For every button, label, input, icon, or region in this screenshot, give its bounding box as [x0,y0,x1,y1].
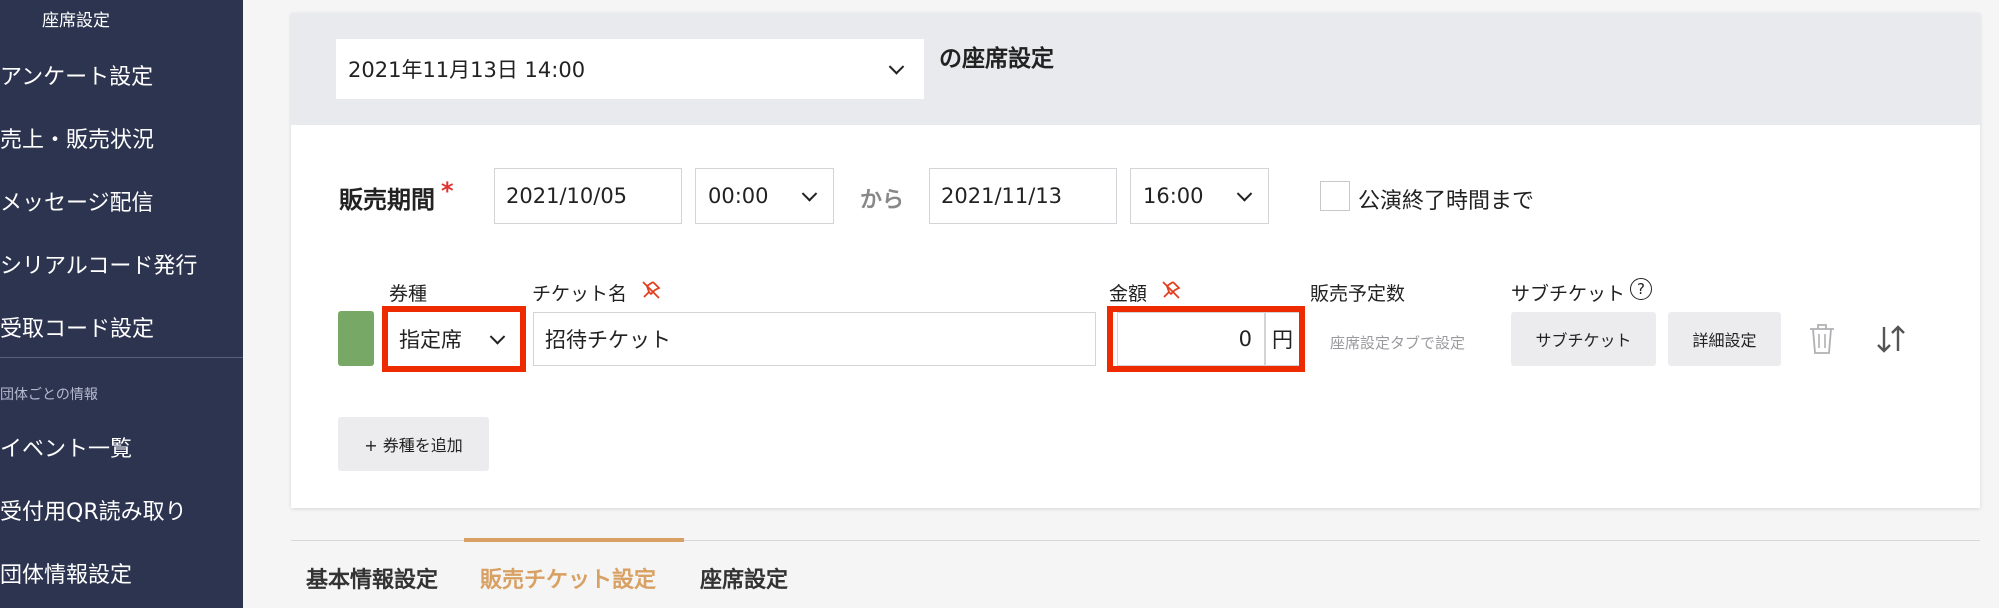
until-end-checkbox[interactable] [1320,181,1350,211]
sub-ticket-button[interactable]: サブチケット [1511,312,1656,366]
planned-count-hint: 座席設定タブで設定 [1330,334,1466,352]
sidebar-item-seat-settings[interactable]: 座席設定 [42,6,110,31]
ticket-name-value: 招待チケット [545,328,671,352]
column-price-label: 金額 [1109,283,1148,305]
add-ticket-type-button[interactable]: + 券種を追加 [338,417,489,471]
sidebar-item-qr-reader[interactable]: 受付用QR読み取り [0,494,187,526]
column-planned-label: 販売予定数 [1310,283,1406,305]
sidebar-section-title: 団体ごとの情報 [0,387,98,403]
sort-icon[interactable] [1874,323,1908,355]
start-date-value: 2021/10/05 [506,184,628,208]
sidebar-item-event-list[interactable]: イベント一覧 [0,431,132,463]
end-time-select[interactable]: 16:00 [1130,168,1269,224]
page-title: の座席設定 [939,46,1054,72]
sidebar-item-receipt-code[interactable]: 受取コード設定 [0,311,154,343]
tab-ticket-sales[interactable]: 販売チケット設定 [480,562,656,594]
start-time-value: 00:00 [708,184,769,208]
end-date-value: 2021/11/13 [941,184,1063,208]
start-date-input[interactable]: 2021/10/05 [494,168,682,224]
start-time-select[interactable]: 00:00 [695,168,834,224]
sale-period-label: 販売期間 [339,186,435,214]
detail-settings-button[interactable]: 詳細設定 [1668,312,1781,366]
until-end-label: 公演終了時間まで [1358,189,1535,214]
highlight-box-price [1107,306,1305,372]
active-tab-indicator [464,538,684,542]
sidebar-item-survey-settings[interactable]: アンケート設定 [0,59,153,91]
chevron-down-icon [888,59,905,75]
tab-basic-info[interactable]: 基本情報設定 [306,562,438,594]
highlight-box-ticket-type [382,306,526,372]
pin-slash-icon[interactable] [640,279,662,301]
tab-seat-settings[interactable]: 座席設定 [700,562,788,594]
ticket-color-swatch[interactable] [338,311,374,366]
chevron-down-icon [1236,186,1253,202]
trash-icon[interactable] [1807,322,1837,356]
sidebar-item-serial-code[interactable]: シリアルコード発行 [0,248,197,280]
ticket-name-input[interactable]: 招待チケット [533,312,1096,366]
pin-slash-icon[interactable] [1160,279,1182,301]
column-subticket-label: サブチケット [1511,283,1626,305]
performance-select[interactable]: 2021年11月13日 14:00 [336,39,924,99]
sidebar-divider [0,357,243,358]
help-icon[interactable]: ? [1630,278,1652,300]
sidebar-item-message-delivery[interactable]: メッセージ配信 [0,185,154,217]
required-mark: * [441,177,454,205]
end-time-value: 16:00 [1143,184,1204,208]
performance-select-value: 2021年11月13日 14:00 [348,58,586,82]
column-type-label: 券種 [389,283,428,305]
sidebar-item-sales-status[interactable]: 売上・販売状況 [0,122,154,154]
chevron-down-icon [801,186,818,202]
end-date-input[interactable]: 2021/11/13 [929,168,1117,224]
period-separator: から [860,188,905,213]
sidebar-item-group-info[interactable]: 団体情報設定 [0,557,132,589]
sidebar: 座席設定 アンケート設定 売上・販売状況 メッセージ配信 シリアルコード発行 受… [0,0,243,608]
column-name-label: チケット名 [532,283,628,305]
